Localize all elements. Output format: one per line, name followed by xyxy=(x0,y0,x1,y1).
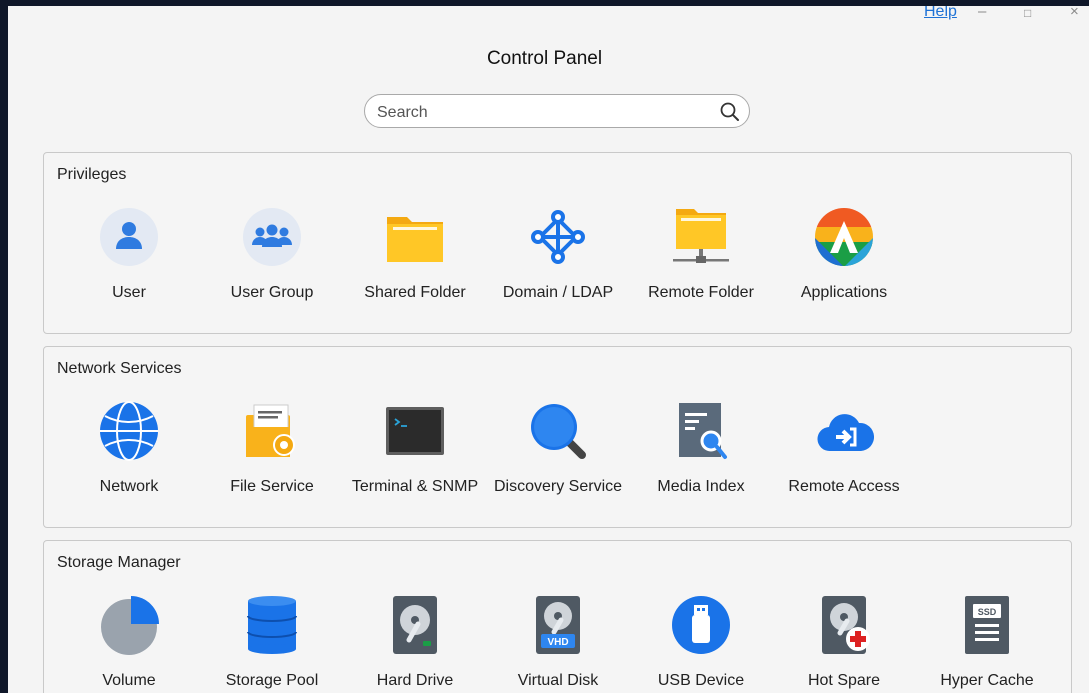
item-domain-ldap[interactable]: Domain / LDAP xyxy=(483,207,633,302)
applications-icon xyxy=(815,208,873,266)
item-label: Hot Spare xyxy=(807,672,881,689)
item-label: User Group xyxy=(230,284,314,301)
item-label: Volume xyxy=(102,672,156,689)
item-virtual-disk[interactable]: VHD Virtual Disk xyxy=(483,595,633,690)
item-remote-folder[interactable]: Remote Folder xyxy=(626,207,776,302)
minimize-button[interactable]: – xyxy=(978,6,986,20)
item-label: User xyxy=(112,284,146,301)
usb-device-icon xyxy=(672,596,730,654)
control-panel-window: Help – □ × Control Panel Privileges User xyxy=(8,6,1089,693)
item-applications[interactable]: Applications xyxy=(769,207,919,302)
user-icon xyxy=(100,208,158,266)
section-title: Network Services xyxy=(57,360,182,377)
item-label: Domain / LDAP xyxy=(502,284,614,301)
search-input[interactable] xyxy=(375,102,709,124)
domain-ldap-icon xyxy=(531,210,585,264)
item-label: File Service xyxy=(230,478,314,495)
item-label: Terminal & SNMP xyxy=(351,478,479,495)
volume-pie-icon xyxy=(101,596,159,655)
item-hard-drive[interactable]: Hard Drive xyxy=(340,595,490,690)
item-label: Shared Folder xyxy=(364,284,466,301)
file-service-icon xyxy=(246,404,295,457)
item-label: Discovery Service xyxy=(493,478,623,495)
ssd-badge: SSD xyxy=(978,607,997,617)
storage-manager-section: Storage Manager Volume Storage Pool Hard… xyxy=(43,540,1072,693)
page-title: Control Panel xyxy=(486,48,603,69)
network-services-section: Network Services Network File Service Te… xyxy=(43,346,1072,528)
section-title: Storage Manager xyxy=(57,554,181,571)
item-label: Media Index xyxy=(657,478,745,495)
vhd-badge: VHD xyxy=(547,637,568,648)
item-user[interactable]: User xyxy=(54,207,204,302)
hard-drive-icon xyxy=(393,596,437,654)
item-usb-device[interactable]: USB Device xyxy=(626,595,776,690)
media-index-icon xyxy=(679,403,727,459)
hot-spare-icon xyxy=(822,596,870,654)
item-label: Remote Access xyxy=(788,478,900,495)
item-label: Applications xyxy=(800,284,888,301)
virtual-disk-icon: VHD xyxy=(536,596,580,654)
storage-pool-icon xyxy=(247,596,297,654)
search-icon[interactable] xyxy=(719,101,741,123)
item-shared-folder[interactable]: Shared Folder xyxy=(340,207,490,302)
terminal-icon xyxy=(386,407,444,455)
privileges-section: Privileges User User Group Shared Folder… xyxy=(43,152,1072,334)
item-file-service[interactable]: File Service xyxy=(197,401,347,496)
remote-folder-icon xyxy=(673,209,729,263)
item-media-index[interactable]: Media Index xyxy=(626,401,776,496)
item-label: Virtual Disk xyxy=(517,672,599,689)
item-label: Hyper Cache xyxy=(940,672,1034,689)
search-box[interactable] xyxy=(364,94,750,128)
item-user-group[interactable]: User Group xyxy=(197,207,347,302)
section-title: Privileges xyxy=(57,166,127,183)
item-label: Remote Folder xyxy=(648,284,754,301)
shared-folder-icon xyxy=(387,217,443,262)
close-button[interactable]: × xyxy=(1070,6,1079,20)
hyper-cache-icon: SSD xyxy=(965,596,1009,654)
item-label: Network xyxy=(99,478,159,495)
item-network[interactable]: Network xyxy=(54,401,204,496)
item-hot-spare[interactable]: Hot Spare xyxy=(769,595,919,690)
item-storage-pool[interactable]: Storage Pool xyxy=(197,595,347,690)
help-link[interactable]: Help xyxy=(924,6,957,21)
item-discovery-service[interactable]: Discovery Service xyxy=(483,401,633,496)
item-label: Storage Pool xyxy=(225,672,319,689)
remote-access-cloud-icon xyxy=(817,414,875,452)
network-globe-icon xyxy=(100,401,158,461)
item-hyper-cache[interactable]: SSD Hyper Cache xyxy=(912,595,1062,690)
user-group-icon xyxy=(243,208,301,266)
item-label: Hard Drive xyxy=(376,672,454,689)
item-volume[interactable]: Volume xyxy=(54,595,204,690)
discovery-magnifier-icon xyxy=(531,404,586,459)
item-remote-access[interactable]: Remote Access xyxy=(769,401,919,496)
maximize-button[interactable]: □ xyxy=(1024,6,1031,20)
item-terminal-snmp[interactable]: Terminal & SNMP xyxy=(340,401,490,496)
item-label: USB Device xyxy=(657,672,745,689)
